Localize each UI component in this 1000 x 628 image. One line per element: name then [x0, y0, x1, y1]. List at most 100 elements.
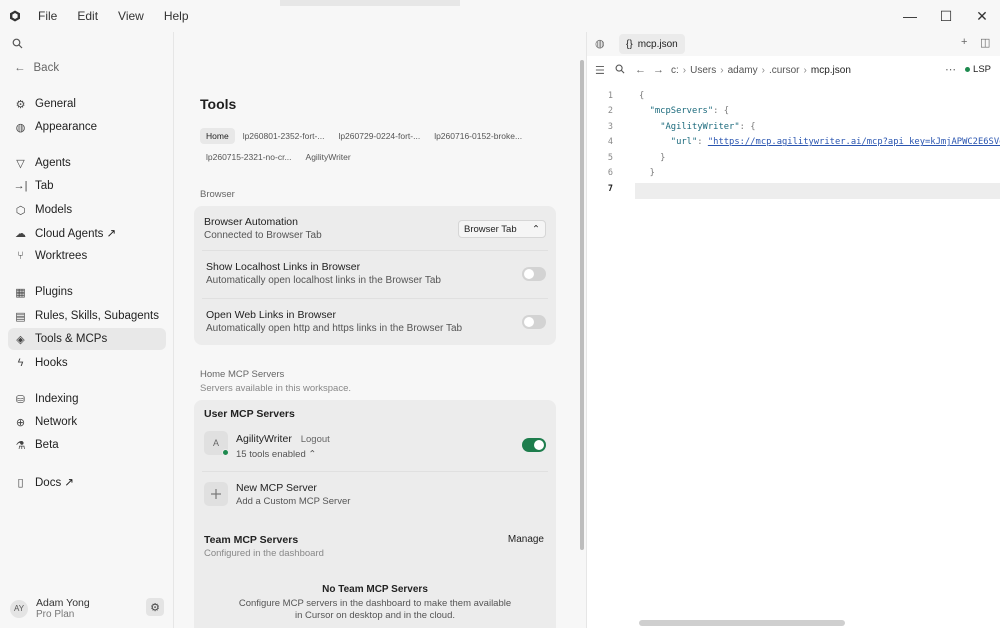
menu-file[interactable]: File: [30, 5, 65, 27]
menu-help[interactable]: Help: [156, 5, 197, 27]
breadcrumb-item[interactable]: Users: [690, 65, 716, 76]
url-link[interactable]: "https://mcp.agilitywriter.ai/mcp?api_ke…: [708, 137, 1000, 147]
new-mcp-title[interactable]: New MCP Server: [236, 482, 317, 494]
sidebar-item-worktrees[interactable]: ⑂ Worktrees: [8, 245, 166, 267]
line-number: 4: [607, 137, 613, 148]
line-number: 1: [607, 90, 613, 101]
breadcrumb-item[interactable]: .cursor: [769, 65, 800, 76]
logout-link[interactable]: Logout: [301, 434, 330, 445]
menu-edit[interactable]: Edit: [69, 5, 106, 27]
flask-icon: ⚗: [15, 439, 26, 452]
browser-automation-select[interactable]: Browser Tab ⌃: [458, 220, 546, 238]
sidebar-item-tab[interactable]: →| Tab: [8, 175, 166, 197]
code-line-1: {: [639, 90, 645, 101]
sidebar-item-appearance[interactable]: ◍ Appearance: [8, 116, 166, 138]
divider: [202, 298, 548, 299]
settings-sidebar: ← Back ⚙ General ◍ Appearance ▽ Agents →| Ta…: [0, 32, 174, 628]
plus-icon[interactable]: [204, 482, 228, 506]
cloud-icon: ☁: [15, 227, 26, 240]
chevron-updown-icon: ⌃: [532, 223, 540, 235]
maximize-icon[interactable]: ☐: [928, 0, 964, 32]
workspace-chip[interactable]: lp260716-0152-broke...: [428, 128, 528, 144]
sidebar-item-plugins[interactable]: ▦ Plugins: [8, 281, 166, 303]
sidebar-item-agents[interactable]: ▽ Agents: [8, 152, 166, 174]
workspace-chip[interactable]: lp260729-0224-fort-...: [332, 128, 426, 144]
user-profile[interactable]: AY Adam Yong Pro Plan: [10, 597, 90, 620]
workspace-chip-agilitywriter[interactable]: AgilityWriter: [300, 149, 357, 165]
tab-mcp-json[interactable]: {} mcp.json: [619, 34, 685, 54]
chevron-right-icon: ›: [682, 65, 687, 76]
code-line-2: "mcpServers": {: [649, 106, 730, 117]
lsp-status-dot: [965, 67, 971, 72]
localhost-links-toggle[interactable]: [522, 267, 546, 281]
cube-icon: ⬡: [15, 204, 26, 217]
team-mcp-card: Team MCP Servers Configured in the dashb…: [194, 526, 556, 628]
empty-team-sub: Configure MCP servers in the dashboard t…: [238, 598, 512, 621]
user-plan: Pro Plan: [36, 609, 75, 620]
workspace-chip-row: Home lp260801-2352-fort-... lp260729-022…: [200, 128, 528, 144]
sidebar-item-models[interactable]: ⬡ Models: [8, 199, 166, 221]
book-icon: ▯: [17, 476, 24, 489]
minimize-icon[interactable]: —: [892, 0, 928, 32]
browser-section-label: Browser: [200, 189, 235, 200]
breadcrumb: c: › Users › adamy › .cursor › mcp.json: [671, 65, 851, 76]
globe-icon[interactable]: ◍: [595, 37, 605, 50]
close-icon[interactable]: ✕: [964, 0, 1000, 32]
document-icon: ▤: [15, 310, 26, 323]
back-label: Back: [33, 62, 60, 74]
workspace-chip[interactable]: lp260715-2321-no-cr...: [200, 149, 298, 165]
lsp-status[interactable]: LSP: [965, 64, 991, 75]
agilitywriter-server-toggle[interactable]: [522, 438, 546, 452]
server-initial: A: [212, 438, 219, 448]
globe-icon: ◍: [15, 121, 26, 134]
breadcrumb-item[interactable]: c:: [671, 65, 679, 76]
search-icon[interactable]: [615, 64, 625, 77]
add-tab-icon[interactable]: +: [961, 36, 967, 48]
line-number: 5: [607, 152, 613, 163]
home-mcp-title: Home MCP Servers: [200, 369, 285, 380]
workspace-chip[interactable]: lp260801-2352-fort-...: [237, 128, 331, 144]
account-settings-gear-icon[interactable]: ⚙: [146, 598, 164, 616]
page-title: Tools: [200, 96, 237, 112]
network-icon: ⊕: [15, 416, 26, 429]
sidebar-item-network[interactable]: ⊕ Network: [8, 411, 166, 433]
main-scrollbar[interactable]: [580, 60, 584, 550]
editor-tab-bar: ◍ {} mcp.json + ◫: [587, 32, 1000, 56]
workspace-chip-home[interactable]: Home: [200, 128, 235, 144]
workspace-chip-row: lp260715-2321-no-cr... AgilityWriter: [200, 149, 357, 165]
list-icon[interactable]: ☰: [595, 64, 605, 77]
sidebar-item-hooks[interactable]: ϟ Hooks: [8, 352, 166, 374]
json-braces-icon: {}: [626, 38, 633, 50]
bolt-icon: ϟ: [17, 357, 24, 369]
more-icon[interactable]: ⋯: [945, 63, 956, 76]
tools-enabled-dropdown[interactable]: 15 tools enabled ⌃: [236, 449, 316, 460]
team-mcp-title: Team MCP Servers: [204, 534, 299, 546]
tab-label: mcp.json: [637, 38, 678, 50]
web-links-toggle[interactable]: [522, 315, 546, 329]
search-icon[interactable]: [12, 38, 23, 52]
breadcrumb-item[interactable]: mcp.json: [811, 65, 851, 76]
tools-enabled-label: 15 tools enabled: [236, 449, 306, 460]
sidebar-item-indexing[interactable]: ⛁ Indexing: [8, 388, 166, 410]
horizontal-scrollbar[interactable]: [639, 620, 845, 626]
web-links-row: Open Web Links in Browser Automatically …: [206, 309, 546, 334]
split-panel-icon[interactable]: ◫: [980, 36, 990, 49]
browser-settings-card: Browser Automation Connected to Browser …: [194, 206, 556, 345]
sidebar-item-cloud-agents[interactable]: ☁ Cloud Agents ↗: [8, 222, 166, 244]
manage-button[interactable]: Manage: [508, 534, 544, 545]
editor-panel: ◍ {} mcp.json + ◫ ☰ ← → c: › Users › adamy…: [586, 32, 1000, 628]
sidebar-item-docs[interactable]: ▯ Docs ↗: [8, 471, 166, 493]
sidebar-item-rules[interactable]: ▤ Rules, Skills, Subagents: [8, 305, 166, 327]
sidebar-item-label: Hooks: [35, 357, 68, 369]
web-links-title: Open Web Links in Browser: [206, 309, 336, 321]
back-button[interactable]: ← Back: [14, 62, 59, 74]
sidebar-item-beta[interactable]: ⚗ Beta: [8, 434, 166, 456]
sidebar-item-general[interactable]: ⚙ General: [8, 93, 166, 115]
breadcrumb-item[interactable]: adamy: [728, 65, 758, 76]
sidebar-item-tools-mcps[interactable]: ◈ Tools & MCPs: [8, 328, 166, 350]
menu-view[interactable]: View: [110, 5, 152, 27]
server-name: AgilityWriter: [236, 433, 292, 445]
sidebar-item-label: Indexing: [35, 393, 79, 405]
arrow-left-icon[interactable]: ←: [635, 64, 646, 76]
arrow-right-icon[interactable]: →: [653, 64, 664, 76]
